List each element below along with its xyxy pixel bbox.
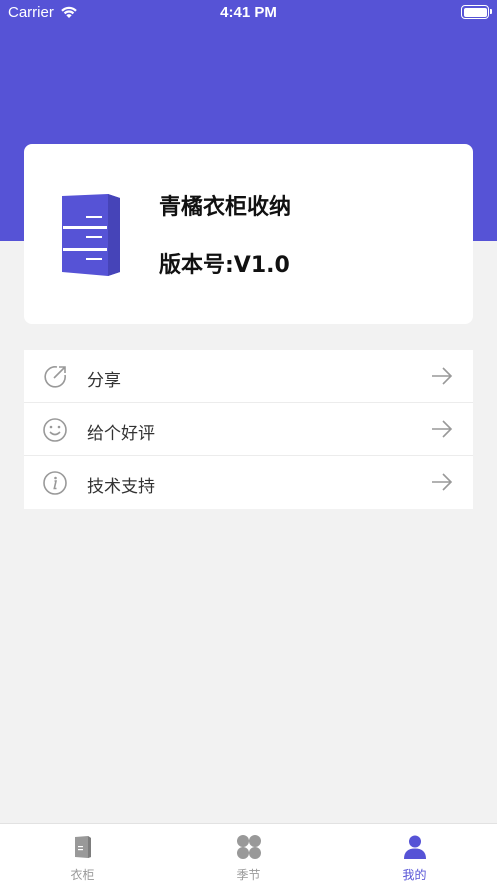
app-name: 青橘衣柜收纳 [159, 195, 292, 220]
wardrobe-icon [62, 194, 120, 276]
tab-season[interactable]: 季节 [166, 824, 331, 883]
wardrobe-tab-icon [75, 836, 91, 858]
user-icon [404, 835, 426, 859]
arrow-right-icon [432, 367, 453, 385]
settings-menu: 分享 给个好评 技术支持 [24, 350, 473, 509]
clock: 4:41 PM [220, 4, 277, 21]
tab-label: 我的 [402, 868, 427, 882]
share-icon [44, 366, 66, 388]
tab-wardrobe[interactable]: 衣柜 [0, 824, 165, 883]
tab-bar: 衣柜 季节 我的 [0, 823, 497, 883]
menu-item-share[interactable]: 分享 [24, 350, 473, 403]
menu-label: 技术支持 [87, 477, 155, 497]
app-info-card: 青橘衣柜收纳 版本号:V1.0 [24, 144, 473, 324]
grid-icon [237, 835, 261, 859]
menu-item-rate[interactable]: 给个好评 [24, 403, 473, 456]
arrow-right-icon [432, 420, 453, 438]
tab-mine[interactable]: 我的 [332, 824, 497, 883]
arrow-right-icon [432, 473, 453, 491]
menu-item-support[interactable]: 技术支持 [24, 456, 473, 509]
tab-label: 衣柜 [70, 868, 95, 882]
battery-icon [461, 5, 492, 19]
menu-label: 给个好评 [87, 424, 155, 444]
smiley-icon [43, 418, 67, 442]
menu-label: 分享 [87, 371, 121, 391]
info-icon [43, 471, 67, 495]
status-bar: Carrier 4:41 PM [0, 0, 497, 26]
tab-label: 季节 [236, 868, 261, 882]
app-version: 版本号:V1.0 [159, 253, 290, 278]
